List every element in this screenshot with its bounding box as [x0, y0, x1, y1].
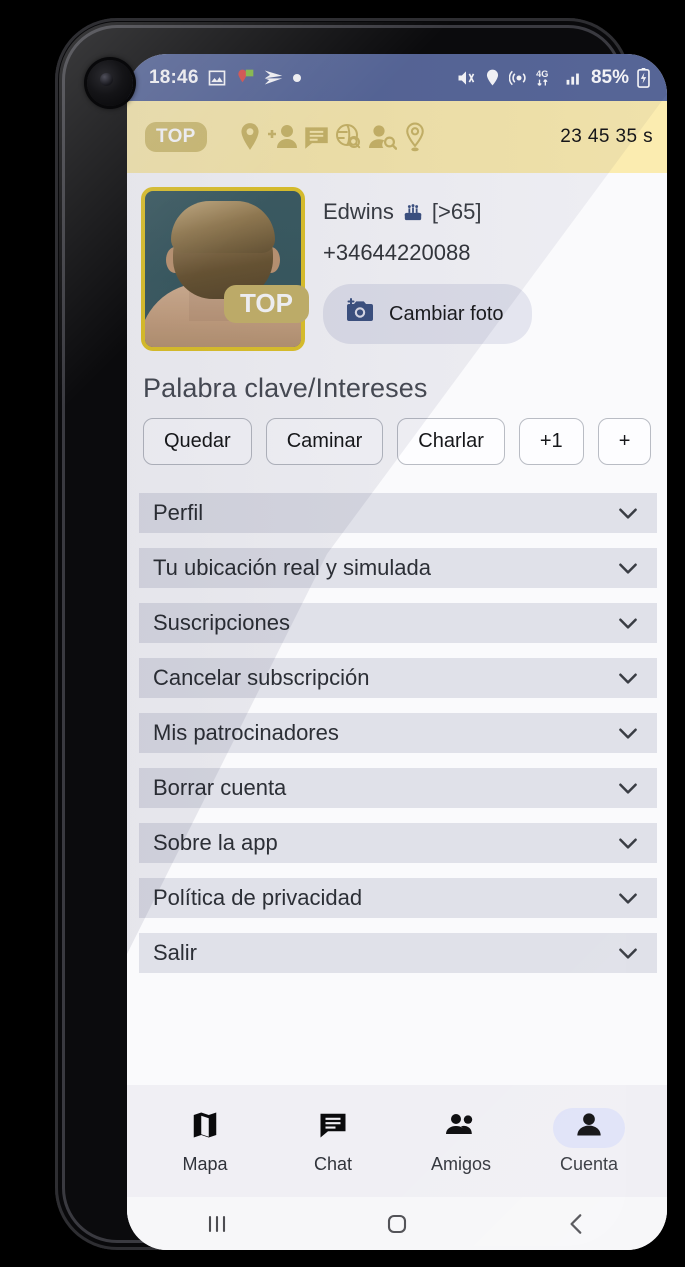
nav-label: Chat — [313, 1153, 353, 1174]
keyword-chip[interactable]: Caminar — [265, 418, 384, 465]
nav-label: Cuenta — [559, 1153, 619, 1174]
header-icon-group — [237, 122, 428, 153]
accordion-row-suscripciones[interactable]: Suscripciones — [139, 603, 657, 643]
chevron-down-icon[interactable] — [615, 610, 641, 636]
nav-item-amigos[interactable]: Amigos — [415, 1108, 507, 1175]
profile-phone: +34644220088 — [323, 240, 471, 265]
person-icon — [575, 1111, 603, 1144]
accordion-row-cancelar-subscripcion[interactable]: Cancelar subscripción — [139, 658, 657, 698]
status-bar-right: 4G 85% — [456, 67, 651, 89]
chevron-down-icon[interactable] — [615, 720, 641, 746]
android-navigation-bar — [127, 1197, 667, 1250]
globe-search-icon[interactable] — [335, 123, 363, 151]
accordion-row-sobre-la-app[interactable]: Sobre la app — [139, 823, 657, 863]
signal-bars-icon — [565, 68, 584, 87]
location-icon — [483, 68, 502, 87]
nav-item-mapa[interactable]: Mapa — [159, 1108, 251, 1175]
profile-info: Edwins [>65] +34644220088 Cambiar foto — [305, 187, 667, 351]
map-icon — [190, 1110, 220, 1145]
svg-text:4G: 4G — [536, 69, 548, 79]
chevron-down-icon[interactable] — [615, 555, 641, 581]
profile-section: TOP Edwins [>65] +34644220088 Cambiar fo… — [127, 173, 667, 351]
keyword-chip[interactable]: +1 — [518, 418, 584, 465]
chat-icon[interactable] — [303, 124, 330, 151]
home-icon[interactable] — [367, 1204, 427, 1244]
location-pin-icon[interactable] — [237, 122, 263, 152]
dot-icon — [292, 73, 302, 83]
nav-pill — [297, 1108, 369, 1148]
accordion-label: Cancelar subscripción — [153, 665, 370, 690]
accordion-label: Salir — [153, 940, 198, 965]
header-top-badge[interactable]: TOP — [145, 122, 207, 152]
accordion-label: Sobre la app — [153, 830, 278, 855]
chevron-down-icon[interactable] — [615, 775, 641, 801]
accordion-row-patrocinadores[interactable]: Mis patrocinadores — [139, 713, 657, 753]
chevron-down-icon[interactable] — [615, 500, 641, 526]
phone-screen: 18:46 4G 85% TOP 23 45 35 s TOP Edwins [… — [127, 54, 667, 1250]
nav-pill — [169, 1108, 241, 1148]
phone-device-frame: 18:46 4G 85% TOP 23 45 35 s TOP Edwins [… — [55, 18, 667, 1250]
battery-charging-icon — [636, 67, 651, 88]
chevron-down-icon[interactable] — [615, 665, 641, 691]
accordion-label: Borrar cuenta — [153, 775, 287, 800]
nav-pill — [425, 1108, 497, 1148]
back-icon[interactable] — [547, 1204, 607, 1244]
nav-label: Amigos — [430, 1153, 492, 1174]
status-bar-left: 18:46 — [149, 67, 302, 89]
location-pin-outline-icon[interactable] — [402, 122, 428, 153]
keywords-chip-list: Quedar Caminar Charlar +1 + — [127, 404, 667, 465]
chevron-down-icon[interactable] — [615, 940, 641, 966]
camera-add-icon — [345, 298, 375, 330]
chat-icon — [318, 1110, 348, 1145]
people-icon — [445, 1110, 477, 1145]
keyword-chip-add[interactable]: + — [597, 418, 652, 465]
settings-accordion: Perfil Tu ubicación real y simulada Susc… — [127, 465, 667, 973]
chevron-down-icon[interactable] — [615, 885, 641, 911]
keyword-chip[interactable]: Charlar — [397, 418, 505, 465]
location-alert-icon — [235, 68, 255, 88]
profile-name: Edwins — [323, 199, 394, 224]
change-photo-button[interactable]: Cambiar foto — [323, 284, 532, 344]
avatar[interactable]: TOP — [141, 187, 309, 351]
accordion-label: Suscripciones — [153, 610, 290, 635]
accordion-label: Tu ubicación real y simulada — [153, 555, 431, 580]
nav-label: Mapa — [182, 1153, 228, 1174]
avatar-top-badge: TOP — [224, 285, 309, 323]
keywords-title: Palabra clave/Intereses — [143, 373, 428, 403]
session-timer: 23 45 35 s — [560, 126, 653, 147]
accordion-label: Política de privacidad — [153, 885, 363, 910]
change-photo-label: Cambiar foto — [389, 302, 504, 325]
image-icon — [207, 68, 227, 88]
nav-item-chat[interactable]: Chat — [287, 1108, 379, 1175]
nav-pill-active — [553, 1107, 625, 1148]
accordion-label: Mis patrocinadores — [153, 720, 339, 745]
front-camera-punch-hole — [87, 60, 133, 106]
network-4g-icon: 4G — [536, 68, 558, 88]
accordion-row-politica-privacidad[interactable]: Política de privacidad — [139, 878, 657, 918]
accordion-row-ubicacion[interactable]: Tu ubicación real y simulada — [139, 548, 657, 588]
bottom-navigation: Mapa Chat Amigos Cuenta — [127, 1085, 667, 1197]
account-page-content: TOP Edwins [>65] +34644220088 Cambiar fo… — [127, 173, 667, 1085]
app-header: TOP 23 45 35 s — [127, 101, 667, 173]
battery-percent-label: 85% — [590, 66, 629, 88]
mute-vibrate-icon — [456, 68, 476, 88]
profile-name-row: Edwins [>65] — [323, 199, 667, 225]
accordion-row-salir[interactable]: Salir — [139, 933, 657, 973]
accordion-row-borrar-cuenta[interactable]: Borrar cuenta — [139, 768, 657, 808]
keyword-chip[interactable]: Quedar — [143, 418, 252, 465]
birthday-cake-icon — [402, 202, 424, 222]
profile-age-badge: [>65] — [431, 199, 482, 224]
person-search-icon[interactable] — [368, 123, 397, 151]
person-add-icon[interactable] — [267, 122, 298, 152]
status-bar: 18:46 4G 85% — [127, 54, 667, 101]
status-bar-clock: 18:46 — [149, 66, 199, 88]
accordion-label: Perfil — [153, 500, 204, 525]
accordion-row-perfil[interactable]: Perfil — [139, 493, 657, 533]
hotspot-icon — [508, 68, 529, 88]
avatar-photo — [141, 187, 305, 351]
recents-icon[interactable] — [187, 1204, 247, 1244]
send-icon — [263, 67, 284, 88]
chevron-down-icon[interactable] — [615, 830, 641, 856]
nav-item-cuenta[interactable]: Cuenta — [543, 1107, 635, 1175]
